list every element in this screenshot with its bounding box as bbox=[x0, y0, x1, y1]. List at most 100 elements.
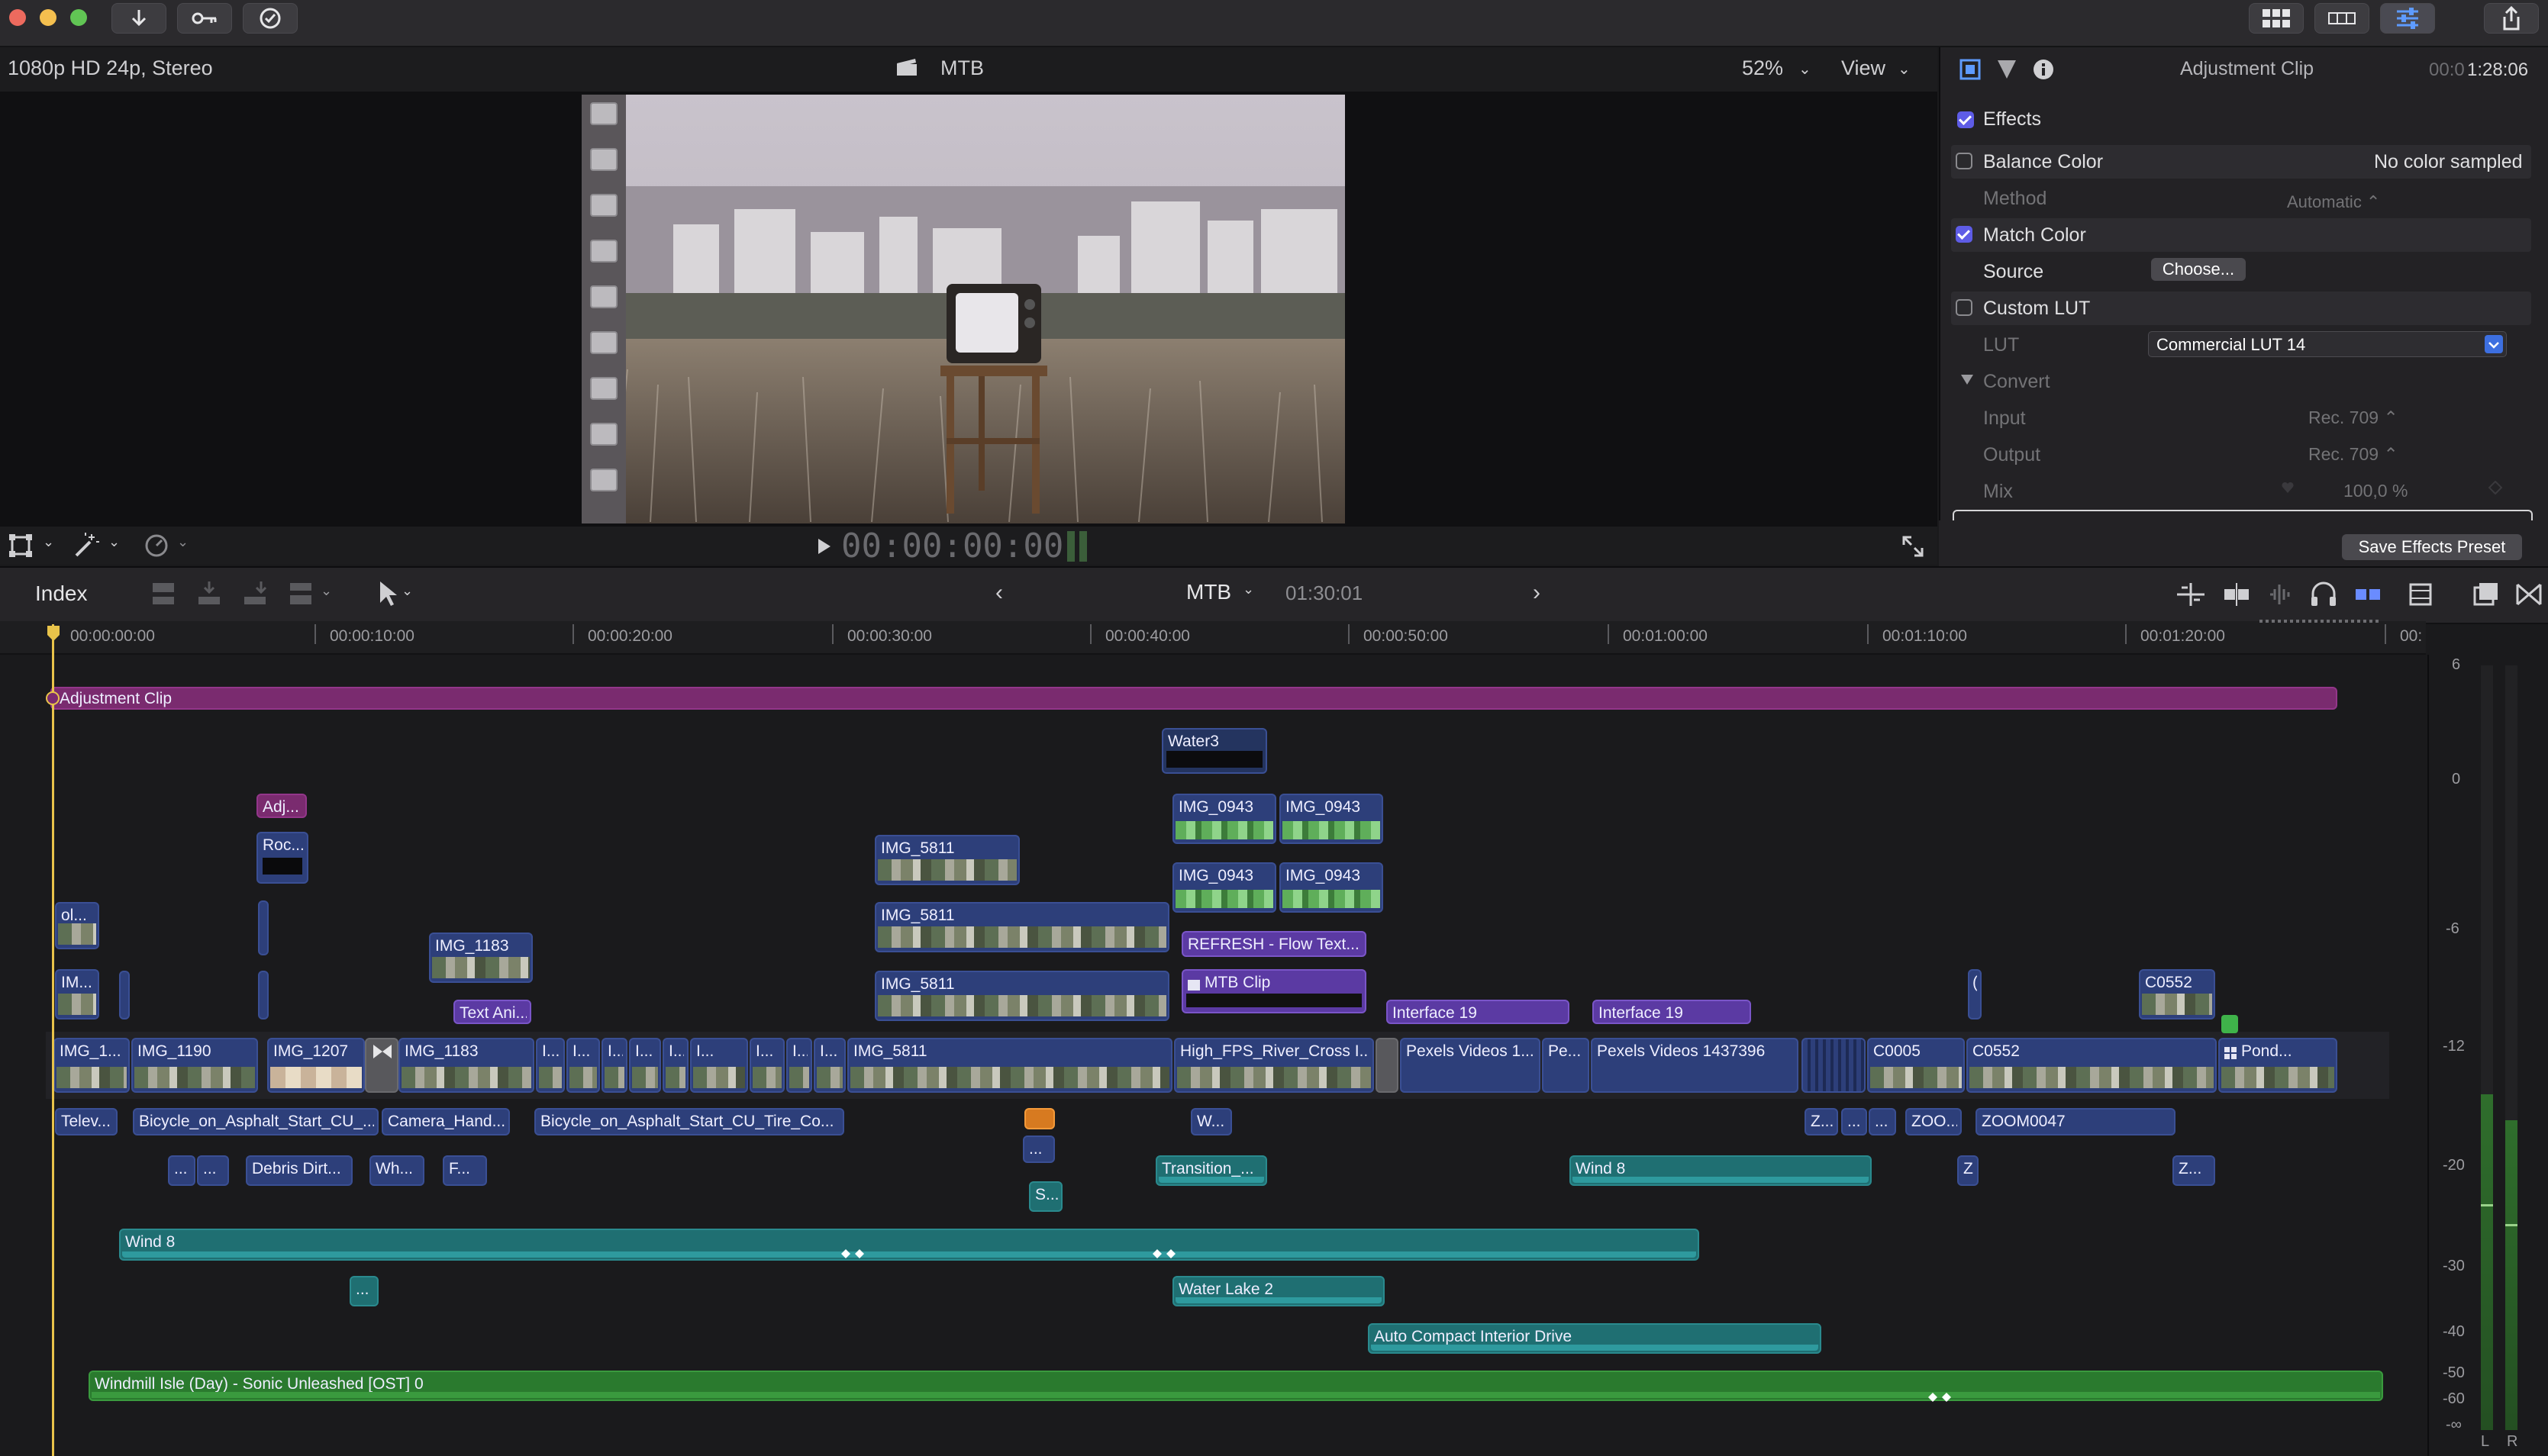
audio-clip-wh[interactable]: Wh... bbox=[369, 1155, 424, 1186]
effects-browser-icon[interactable] bbox=[2473, 581, 2499, 607]
storyline-clip[interactable]: I... bbox=[814, 1038, 846, 1093]
video-clip-img-0943[interactable]: IMG_0943 bbox=[1172, 862, 1276, 913]
storyline-clip[interactable]: IMG_1207 bbox=[267, 1038, 365, 1093]
video-clip-img-0943[interactable]: IMG_0943 bbox=[1172, 794, 1276, 844]
inspector-toggle-button[interactable] bbox=[2380, 3, 2435, 34]
index-button[interactable]: Index bbox=[35, 581, 88, 606]
play-icon[interactable] bbox=[817, 537, 832, 556]
transition-clip[interactable] bbox=[1376, 1038, 1398, 1093]
storyline-clip[interactable]: IMG_1... bbox=[53, 1038, 130, 1093]
storyline-clip[interactable]: I... bbox=[602, 1038, 627, 1093]
storyline-clip-dense[interactable] bbox=[1801, 1038, 1866, 1093]
storyline-clip[interactable]: I... bbox=[629, 1038, 661, 1093]
storyline-clip[interactable]: I... bbox=[786, 1038, 812, 1093]
storyline-clip[interactable]: C0005 bbox=[1867, 1038, 1965, 1093]
storyline-clip[interactable]: C0552 bbox=[1966, 1038, 2217, 1093]
custom-lut-checkbox[interactable] bbox=[1956, 299, 1972, 316]
view-menu[interactable]: View bbox=[1841, 56, 1885, 80]
audio-clip-orange[interactable] bbox=[1024, 1108, 1055, 1129]
title-clip-interface[interactable]: Interface 19 bbox=[1386, 1000, 1569, 1024]
input-value[interactable]: Rec. 709 ⌃ bbox=[2308, 407, 2398, 428]
keyframe-pair-icon[interactable] bbox=[1927, 1392, 1954, 1403]
video-clip-sliver[interactable] bbox=[258, 900, 269, 955]
audio-clip-zoo[interactable]: ZOO... bbox=[1905, 1108, 1962, 1135]
storyline-clip[interactable]: I... bbox=[536, 1038, 565, 1093]
chevron-down-icon[interactable]: ⌄ bbox=[1243, 581, 1254, 598]
chevron-down-icon[interactable]: ⌄ bbox=[402, 583, 413, 599]
overwrite-clip-icon[interactable] bbox=[287, 580, 314, 607]
select-tool-icon[interactable] bbox=[377, 580, 400, 607]
audio-clip-small[interactable]: ... bbox=[350, 1276, 379, 1306]
video-clip-sliver[interactable] bbox=[119, 971, 130, 1020]
audio-clip-small[interactable]: ... bbox=[168, 1155, 195, 1186]
close-window-button[interactable] bbox=[9, 9, 26, 26]
transition-clip[interactable] bbox=[365, 1038, 398, 1093]
video-clip-sliver[interactable] bbox=[258, 971, 269, 1020]
info-icon[interactable] bbox=[2032, 58, 2055, 81]
video-clip-paren[interactable]: ( bbox=[1968, 969, 1982, 1020]
video-clip-roc[interactable]: Roc... bbox=[256, 832, 308, 884]
storyline-clip[interactable]: Pe... bbox=[1542, 1038, 1589, 1093]
headphones-icon[interactable] bbox=[2310, 581, 2337, 607]
zoom-menu[interactable]: 52% bbox=[1742, 56, 1783, 80]
audio-clip-zoom0047[interactable]: ZOOM0047 bbox=[1976, 1108, 2175, 1135]
adjustment-clip[interactable]: Adjustment Clip bbox=[50, 687, 2337, 710]
timeline-project-name[interactable]: MTB bbox=[1186, 580, 1231, 604]
append-clip-icon[interactable] bbox=[241, 580, 269, 607]
title-clip-text-ani[interactable]: Text Ani... bbox=[453, 1000, 531, 1024]
storyline-clip[interactable]: I... bbox=[566, 1038, 600, 1093]
audio-clip-w[interactable]: W... bbox=[1191, 1108, 1232, 1135]
browser-toggle-button[interactable] bbox=[2249, 3, 2304, 34]
background-tasks-button[interactable] bbox=[243, 3, 298, 34]
method-value[interactable]: Automatic ⌃ bbox=[2287, 192, 2380, 212]
audio-skimming-icon[interactable] bbox=[2267, 581, 2295, 607]
audio-clip-bicycle[interactable]: Bicycle_on_Asphalt_Start_CU_... bbox=[133, 1108, 379, 1135]
transform-icon[interactable] bbox=[9, 534, 32, 557]
video-clip-img-5811[interactable]: IMG_5811 bbox=[875, 971, 1169, 1021]
keyframe-diamond-icon[interactable] bbox=[2488, 480, 2503, 495]
transitions-browser-icon[interactable] bbox=[2516, 581, 2542, 607]
title-clip-interface[interactable]: Interface 19 bbox=[1592, 1000, 1751, 1024]
keywords-button[interactable] bbox=[177, 3, 232, 34]
clip-appearance-filmstrip-icon[interactable] bbox=[2409, 581, 2432, 607]
video-clip-img-1183[interactable]: IMG_1183 bbox=[429, 933, 533, 983]
storyline-clip[interactable]: Pexels Videos 1... bbox=[1400, 1038, 1540, 1093]
audio-clip-s[interactable]: S... bbox=[1029, 1181, 1063, 1212]
video-clip-water3[interactable]: Water3 bbox=[1162, 728, 1267, 774]
title-clip-refresh[interactable]: REFRESH - Flow Text... bbox=[1182, 931, 1366, 957]
audio-clip-bicycle[interactable]: Bicycle_on_Asphalt_Start_CU_Tire_Co... bbox=[534, 1108, 844, 1135]
audio-clip-wind8[interactable]: Wind 8 bbox=[1569, 1155, 1872, 1186]
video-clip-img-0943[interactable]: IMG_0943 bbox=[1279, 794, 1383, 844]
storyline-clip[interactable]: Pond... bbox=[2218, 1038, 2337, 1093]
video-clip-c0552[interactable]: C0552 bbox=[2139, 969, 2215, 1020]
storyline-clip[interactable]: I... bbox=[663, 1038, 689, 1093]
audio-clip-telev[interactable]: Telev... bbox=[55, 1108, 118, 1135]
balance-color-checkbox[interactable] bbox=[1956, 153, 1972, 169]
keyframe-pair-icon[interactable] bbox=[840, 1248, 867, 1259]
audio-clip-z[interactable]: Z... bbox=[2172, 1155, 2215, 1186]
audio-clip-water-lake[interactable]: Water Lake 2 bbox=[1172, 1276, 1385, 1306]
video-clip-im[interactable]: IM... bbox=[55, 969, 99, 1020]
disclosure-triangle-icon[interactable] bbox=[1960, 372, 1974, 386]
blade-icon[interactable] bbox=[2223, 581, 2250, 607]
fullscreen-icon[interactable] bbox=[1902, 536, 1924, 557]
storyline-clip[interactable]: IMG_1190 bbox=[131, 1038, 258, 1093]
minimize-window-button[interactable] bbox=[40, 9, 56, 26]
chevron-down-icon[interactable]: ⌄ bbox=[321, 583, 332, 599]
title-clip-mtb[interactable]: MTB Clip bbox=[1182, 969, 1366, 1013]
connect-clip-icon[interactable] bbox=[150, 580, 177, 607]
playhead-handle-icon[interactable] bbox=[46, 624, 61, 643]
magic-wand-icon[interactable] bbox=[73, 533, 99, 559]
audio-clip-camera[interactable]: Camera_Hand... bbox=[382, 1108, 510, 1135]
storyline-clip[interactable]: High_FPS_River_Cross I... bbox=[1174, 1038, 1374, 1093]
video-clip-img-0943[interactable]: IMG_0943 bbox=[1279, 862, 1383, 913]
effects-checkbox[interactable] bbox=[1957, 111, 1974, 128]
audio-clip-small[interactable]: ... bbox=[1023, 1135, 1055, 1163]
chevron-down-icon[interactable]: ⌄ bbox=[43, 534, 54, 550]
video-inspector-icon[interactable] bbox=[1959, 58, 1982, 81]
zoom-window-button[interactable] bbox=[70, 9, 87, 26]
share-button[interactable] bbox=[2484, 3, 2539, 34]
music-clip-windmill-isle[interactable]: Windmill Isle (Day) - Sonic Unleashed [O… bbox=[89, 1371, 2383, 1401]
keyframe-pair-icon[interactable] bbox=[1151, 1248, 1179, 1259]
color-inspector-icon[interactable] bbox=[1995, 58, 2018, 81]
